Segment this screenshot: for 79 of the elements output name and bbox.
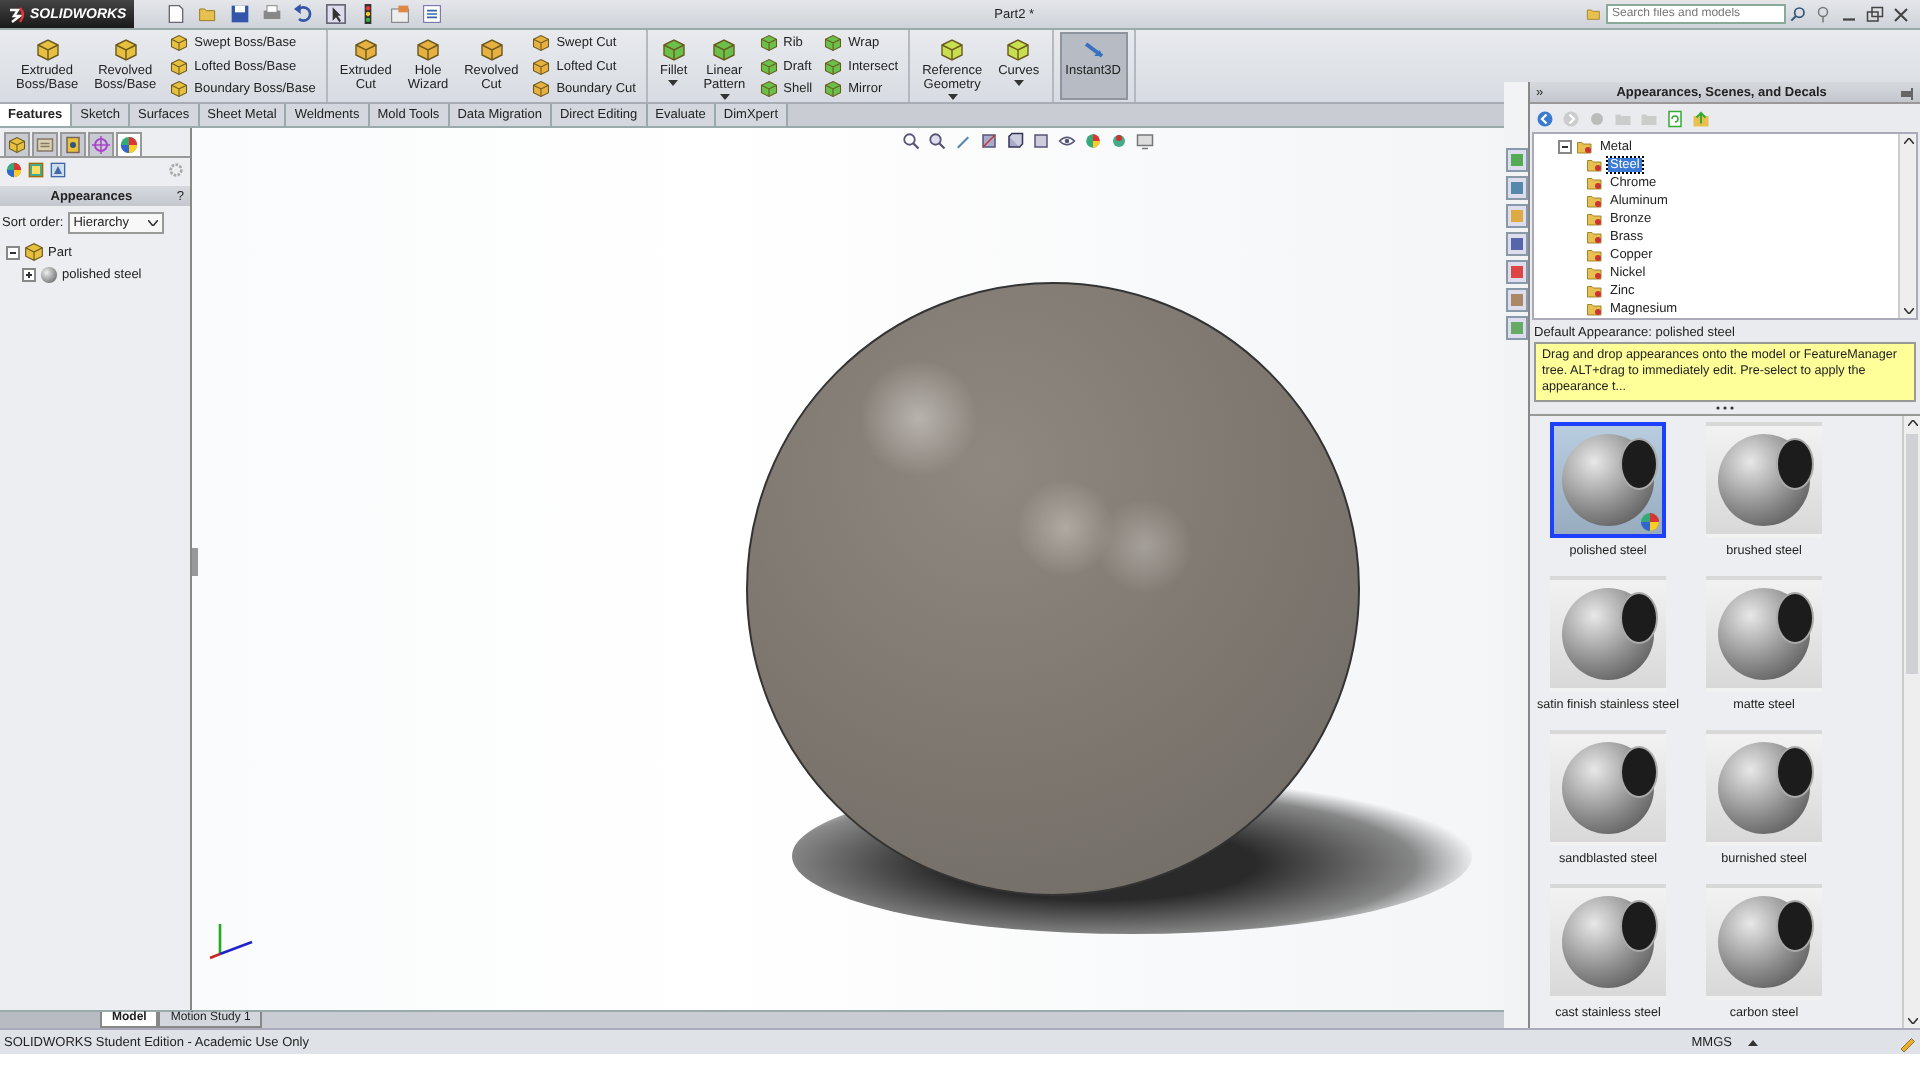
hide-show-icon[interactable] — [1058, 132, 1076, 150]
appearance-swatch[interactable] — [1706, 884, 1822, 1000]
appearance-swatch[interactable] — [1550, 730, 1666, 846]
picture-icon[interactable] — [28, 162, 44, 178]
scene-icon[interactable] — [1110, 132, 1128, 150]
collapse-icon[interactable] — [1558, 140, 1572, 154]
appearance-swatch[interactable] — [1706, 576, 1822, 692]
appearance-swatch[interactable] — [1550, 884, 1666, 1000]
search-icon — [1790, 6, 1806, 22]
cube-icon — [759, 80, 778, 98]
cube-icon — [712, 38, 737, 62]
scrollbar[interactable] — [1902, 416, 1920, 1028]
cube-icon — [824, 80, 843, 98]
cube-icon — [532, 80, 551, 98]
collapse-handle[interactable] — [192, 548, 198, 576]
panel-tab[interactable] — [88, 132, 114, 156]
new-file-icon[interactable] — [166, 4, 187, 24]
print-icon[interactable] — [262, 4, 283, 24]
appearance-swatch[interactable] — [1706, 422, 1822, 538]
close-icon[interactable] — [1892, 5, 1910, 23]
list-icon — [36, 136, 54, 154]
cube-icon — [113, 38, 138, 62]
display-style-icon[interactable] — [1032, 132, 1050, 150]
help-icon[interactable] — [1814, 5, 1832, 23]
cube-icon — [1006, 38, 1031, 62]
up-folder-icon[interactable] — [1692, 109, 1710, 127]
collapse-icon[interactable] — [6, 245, 20, 259]
zoom-fit-icon[interactable] — [902, 132, 920, 150]
open-folder-icon[interactable] — [198, 4, 219, 24]
appearance-swatch[interactable] — [1706, 730, 1822, 846]
section-view-icon[interactable] — [980, 132, 998, 150]
refresh-icon[interactable] — [1666, 109, 1684, 127]
sphere-icon — [40, 266, 58, 284]
cube-icon — [661, 38, 686, 62]
pin-icon[interactable] — [1900, 85, 1914, 99]
cube-icon — [479, 38, 504, 62]
chevron-down-icon — [1903, 308, 1913, 314]
appearance-swatch[interactable] — [1550, 422, 1666, 538]
cube-icon — [170, 57, 189, 75]
save-icon[interactable] — [230, 4, 251, 24]
cube-icon — [532, 34, 551, 52]
caret-up-icon[interactable] — [1748, 1039, 1758, 1045]
cube-icon — [353, 38, 378, 62]
chevron-up-icon — [1903, 138, 1913, 144]
options-icon[interactable] — [390, 4, 411, 24]
cube-icon — [824, 57, 843, 75]
cube-icon — [8, 136, 26, 154]
tab-scroll-bar[interactable] — [0, 1012, 100, 1028]
decal-icon[interactable] — [50, 162, 66, 178]
logo-icon — [8, 5, 26, 23]
cube-icon — [170, 80, 189, 98]
cube-icon — [940, 38, 965, 62]
cube-icon — [532, 57, 551, 75]
arrow-icon — [1081, 38, 1106, 62]
list-icon[interactable] — [422, 4, 443, 24]
chevron-down-icon — [147, 220, 158, 226]
expand-icon[interactable] — [22, 268, 36, 282]
back-icon[interactable] — [1536, 109, 1554, 127]
cube-icon — [170, 34, 189, 52]
panel-tab[interactable] — [60, 132, 86, 156]
undo-icon[interactable] — [294, 4, 315, 24]
restore-icon[interactable] — [1866, 5, 1884, 23]
cube-icon — [759, 57, 778, 75]
panel-tab[interactable] — [116, 132, 142, 156]
chevron-down-icon — [1907, 1018, 1917, 1024]
chevron-up-icon — [1907, 420, 1917, 426]
panel-tab[interactable] — [32, 132, 58, 156]
view-cube-icon[interactable] — [1006, 132, 1024, 150]
zoom-area-icon[interactable] — [928, 132, 946, 150]
cube-icon — [35, 38, 60, 62]
scrollbar[interactable] — [1898, 134, 1916, 318]
monitor-icon[interactable] — [1136, 132, 1154, 150]
cube-icon — [824, 34, 843, 52]
crosshair-icon — [92, 136, 110, 154]
part-icon — [24, 242, 44, 262]
appearance-swatch[interactable] — [1550, 576, 1666, 692]
panel-tab[interactable] — [4, 132, 30, 156]
cube-icon — [416, 38, 440, 62]
cube-icon — [759, 34, 778, 52]
